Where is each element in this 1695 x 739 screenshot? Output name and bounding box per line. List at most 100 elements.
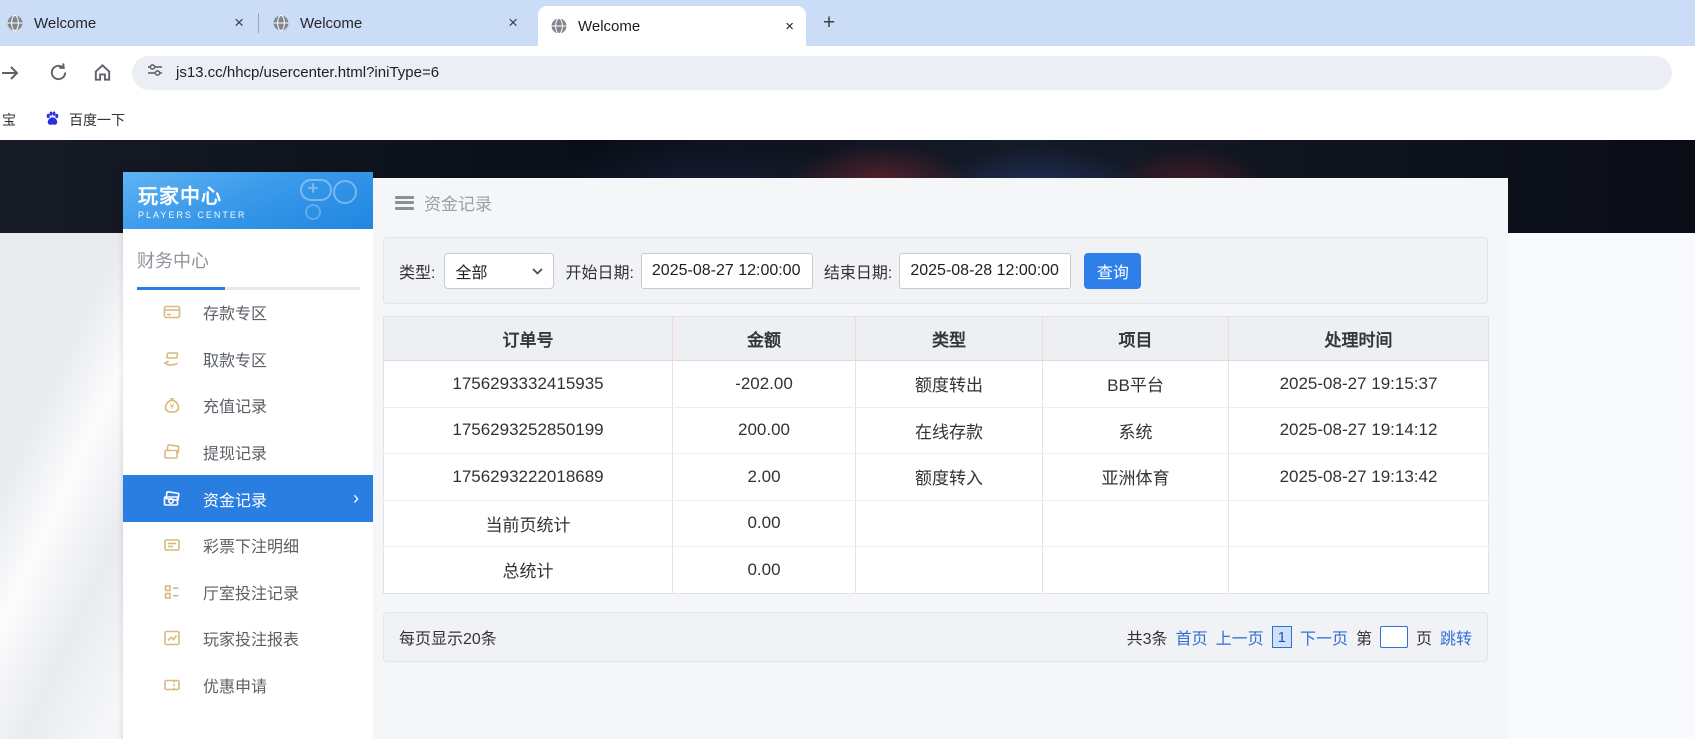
pagination-bar: 每页显示20条 共3条 首页 上一页 1 下一页 第 页 跳转 bbox=[383, 612, 1488, 662]
page-header: 资金记录 bbox=[395, 190, 492, 215]
sidebar-item-label: 取款专区 bbox=[203, 347, 267, 371]
svg-text:¥: ¥ bbox=[170, 403, 175, 412]
cell-process-time: 2025-08-27 19:15:37 bbox=[1229, 361, 1489, 408]
globe-icon bbox=[550, 17, 568, 35]
jump-label-post: 页 bbox=[1416, 625, 1432, 649]
cell-project: 系统 bbox=[1043, 407, 1229, 454]
sidebar-item-label: 厅室投注记录 bbox=[203, 580, 299, 604]
bookmark-baidu[interactable]: 百度一下 bbox=[44, 110, 125, 130]
cell-label: 总统计 bbox=[384, 547, 673, 594]
tab-close-icon[interactable]: × bbox=[506, 13, 520, 33]
sidebar-item-withdrawal-records[interactable]: 提现记录 bbox=[123, 429, 373, 476]
sidebar-item-funds-records[interactable]: 资金记录 › bbox=[123, 475, 373, 522]
sidebar-item-lottery-bet-details[interactable]: 彩票下注明细 bbox=[123, 522, 373, 569]
player-center-sidebar: 玩家中心 PLAYERS CENTER 财务中心 存款专区 取款专区 ¥ 充值记… bbox=[123, 172, 373, 739]
cell-order-id: 1756293252850199 bbox=[384, 407, 673, 454]
jump-page-input[interactable] bbox=[1380, 626, 1408, 648]
site-settings-icon[interactable] bbox=[146, 61, 164, 84]
cell-process-time: 2025-08-27 19:14:12 bbox=[1229, 407, 1489, 454]
chevron-right-icon: › bbox=[353, 488, 359, 509]
url-text: js13.cc/hhcp/usercenter.html?iniType=6 bbox=[176, 64, 439, 81]
jump-label-pre: 第 bbox=[1356, 625, 1372, 649]
current-page-badge: 1 bbox=[1272, 626, 1292, 648]
url-bar[interactable]: js13.cc/hhcp/usercenter.html?iniType=6 bbox=[132, 56, 1672, 90]
moneybag-icon: ¥ bbox=[163, 396, 181, 414]
table-row-page-total: 当前页统计 0.00 bbox=[384, 500, 1489, 547]
tab-title: Welcome bbox=[578, 18, 640, 35]
sidebar-item-promo-application[interactable]: 优惠申请 bbox=[123, 662, 373, 709]
col-order-id: 订单号 bbox=[384, 317, 673, 361]
tab-close-icon[interactable]: × bbox=[232, 13, 246, 33]
ticket-icon bbox=[163, 676, 181, 694]
menu-burger-icon[interactable] bbox=[395, 196, 414, 210]
browser-tab-2[interactable]: Welcome × bbox=[272, 0, 520, 46]
globe-icon bbox=[272, 14, 290, 32]
tab-divider bbox=[258, 13, 259, 33]
cell-label: 当前页统计 bbox=[384, 500, 673, 547]
sidebar-item-label: 彩票下注明细 bbox=[203, 533, 299, 557]
next-page-link[interactable]: 下一页 bbox=[1300, 625, 1348, 649]
cell-empty bbox=[1043, 500, 1229, 547]
page-size-text: 每页显示20条 bbox=[399, 625, 497, 649]
bookmark-label: 百度一下 bbox=[69, 110, 125, 130]
cell-empty bbox=[1043, 547, 1229, 594]
chart-report-icon bbox=[163, 629, 181, 647]
cell-type: 在线存款 bbox=[856, 407, 1043, 454]
bookmark-partial-label[interactable]: 宝 bbox=[2, 110, 16, 130]
cell-amount: 0.00 bbox=[673, 547, 856, 594]
cell-amount: 0.00 bbox=[673, 500, 856, 547]
cell-amount: 2.00 bbox=[673, 454, 856, 501]
start-date-label: 开始日期: bbox=[565, 259, 633, 283]
cell-order-id: 1756293222018689 bbox=[384, 454, 673, 501]
search-button[interactable]: 查询 bbox=[1084, 253, 1141, 289]
funds-icon bbox=[163, 490, 181, 508]
sidebar-item-label: 资金记录 bbox=[203, 487, 267, 511]
cell-amount: -202.00 bbox=[673, 361, 856, 408]
sidebar-item-hall-bet-records[interactable]: 厅室投注记录 bbox=[123, 569, 373, 616]
sidebar-item-label: 充值记录 bbox=[203, 393, 267, 417]
hand-money-icon bbox=[163, 350, 181, 368]
background-right bbox=[1508, 233, 1695, 739]
sidebar-item-label: 玩家投注报表 bbox=[203, 626, 299, 650]
cell-process-time: 2025-08-27 19:13:42 bbox=[1229, 454, 1489, 501]
table-row-grand-total: 总统计 0.00 bbox=[384, 547, 1489, 594]
cell-amount: 200.00 bbox=[673, 407, 856, 454]
list-icon bbox=[163, 536, 181, 554]
cell-type: 额度转出 bbox=[856, 361, 1043, 408]
main-content: 资金记录 类型: 全部 开始日期: 结束日期: 查询 订单号 金额 类型 项目 … bbox=[373, 178, 1508, 739]
total-count-text: 共3条 bbox=[1127, 625, 1168, 649]
home-icon[interactable] bbox=[90, 61, 114, 85]
funds-table-wrap: 订单号 金额 类型 项目 处理时间 1756293332415935 -202.… bbox=[383, 316, 1488, 594]
end-date-input[interactable] bbox=[899, 253, 1071, 289]
tab-title: Welcome bbox=[34, 15, 96, 32]
deposit-card-icon bbox=[163, 303, 181, 321]
prev-page-link[interactable]: 上一页 bbox=[1216, 625, 1264, 649]
first-page-link[interactable]: 首页 bbox=[1176, 625, 1208, 649]
col-type: 类型 bbox=[856, 317, 1043, 361]
forward-icon[interactable] bbox=[0, 61, 22, 85]
sidebar-item-deposit-zone[interactable]: 存款专区 bbox=[123, 289, 373, 336]
cell-empty bbox=[1229, 547, 1489, 594]
start-date-input[interactable] bbox=[641, 253, 813, 289]
jump-link[interactable]: 跳转 bbox=[1440, 625, 1472, 649]
tab-close-icon[interactable]: × bbox=[785, 18, 794, 35]
table-row: 1756293332415935 -202.00 额度转出 BB平台 2025-… bbox=[384, 361, 1489, 408]
sidebar-menu: 存款专区 取款专区 ¥ 充值记录 提现记录 资金记录 › bbox=[123, 289, 373, 708]
sidebar-item-withdraw-zone[interactable]: 取款专区 bbox=[123, 336, 373, 383]
sidebar-item-recharge-records[interactable]: ¥ 充值记录 bbox=[123, 382, 373, 429]
section-title: 财务中心 bbox=[137, 251, 209, 271]
sidebar-section: 财务中心 bbox=[123, 229, 373, 290]
gamepad-icon bbox=[295, 178, 365, 227]
browser-tab-1[interactable]: Welcome × bbox=[6, 0, 246, 46]
cell-type: 额度转入 bbox=[856, 454, 1043, 501]
filter-panel: 类型: 全部 开始日期: 结束日期: 查询 bbox=[383, 237, 1488, 304]
sidebar-item-player-bet-report[interactable]: 玩家投注报表 bbox=[123, 615, 373, 662]
sidebar-item-label: 优惠申请 bbox=[203, 673, 267, 697]
browser-tab-3-active[interactable]: Welcome × bbox=[538, 6, 806, 46]
wallet-icon bbox=[163, 443, 181, 461]
type-select[interactable]: 全部 bbox=[444, 253, 554, 289]
reload-icon[interactable] bbox=[46, 61, 70, 85]
col-amount: 金额 bbox=[673, 317, 856, 361]
end-date-label: 结束日期: bbox=[824, 259, 892, 283]
new-tab-button[interactable]: + bbox=[816, 10, 842, 36]
